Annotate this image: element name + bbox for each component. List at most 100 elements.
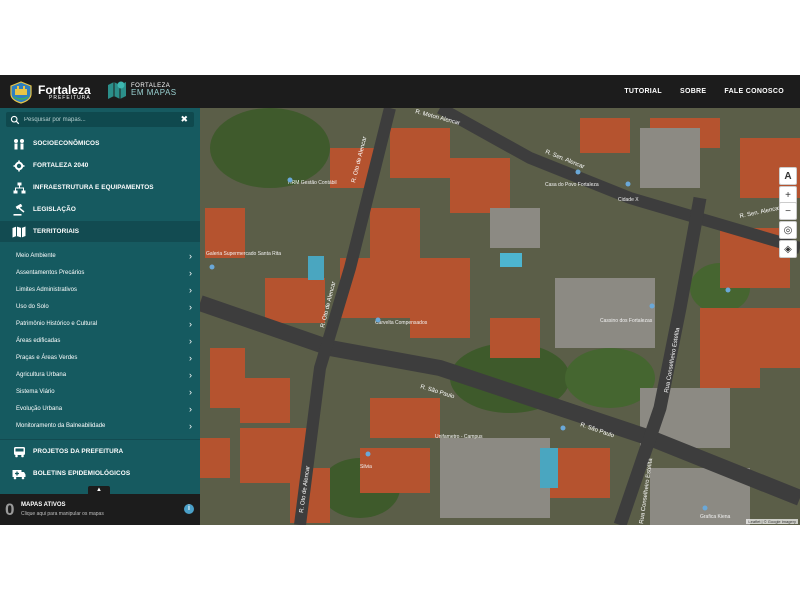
submenu-item[interactable]: Patrimônio Histórico e Cultural › <box>0 315 200 332</box>
place-label: Carvelta Compensados <box>375 320 428 326</box>
submenu-label: Monitoramento da Balneabilidade <box>16 422 106 429</box>
category-label: INFRAESTRUTURA E EQUIPAMENTOS <box>33 184 154 191</box>
category-label: FORTALEZA 2040 <box>33 162 89 169</box>
app-title-line2: EM MAPAS <box>131 88 177 97</box>
map-pin-icon <box>625 181 631 187</box>
divider <box>0 439 200 440</box>
chevron-right-icon: › <box>189 318 192 329</box>
active-maps-count: 0 <box>5 500 15 519</box>
category-label: PROJETOS DA PREFEITURA <box>33 448 124 455</box>
top-bar: Fortaleza PREFEITURA FORTALEZA EM MAPAS … <box>0 75 800 108</box>
chevron-right-icon: › <box>189 403 192 414</box>
app-window: Fortaleza PREFEITURA FORTALEZA EM MAPAS … <box>0 75 800 525</box>
active-maps-title: MAPAS ATIVOS <box>21 502 66 508</box>
chevron-up-icon: ▲ <box>96 487 102 493</box>
submenu-item[interactable]: Sistema Viário › <box>0 383 200 400</box>
city-crest-icon <box>10 81 32 104</box>
map-pin-icon <box>287 177 293 183</box>
map-pin-icon <box>560 425 566 431</box>
top-nav: TUTORIAL SOBRE FALE CONOSCO <box>624 75 784 108</box>
place-label: Silvia <box>360 464 372 470</box>
place-label: Grafica Kiena <box>700 514 731 520</box>
sidebar: ✖ SOCIOECONÔMICOS FORTALEZA 2040 INFRAES… <box>0 108 200 525</box>
submenu-label: Patrimônio Histórico e Cultural <box>16 320 98 327</box>
submenu-item[interactable]: Meio Ambiente › <box>0 247 200 264</box>
map-pin-icon <box>209 264 215 270</box>
brand-name: Fortaleza <box>38 82 91 97</box>
submenu-label: Uso do Solo <box>16 303 49 310</box>
map-pin-icon <box>702 505 708 511</box>
submenu-label: Limites Administrativos <box>16 286 78 293</box>
place-label: Casa do Povo Fortaleza <box>545 182 599 188</box>
map-icon <box>12 226 26 238</box>
search-input[interactable] <box>20 116 181 123</box>
place-label: Cassino dos Fortalezas <box>600 318 653 324</box>
chevron-right-icon: › <box>189 301 192 312</box>
gavel-icon <box>12 203 26 216</box>
submenu-item[interactable]: Monitoramento da Balneabilidade › <box>0 417 200 434</box>
place-label: Unifametro - Campus <box>435 434 483 440</box>
submenu-label: Sistema Viário <box>16 388 55 395</box>
chevron-right-icon: › <box>189 284 192 295</box>
map-pin-icon <box>375 317 381 323</box>
map-canvas[interactable]: R. Oto de Alencar R. Oto de Alencar R. O… <box>197 102 800 525</box>
category-infraestrutura[interactable]: INFRAESTRUTURA E EQUIPAMENTOS <box>0 177 200 198</box>
category-label: SOCIOECONÔMICOS <box>33 140 100 147</box>
submenu-label: Praças e Áreas Verdes <box>16 354 78 361</box>
collapse-toggle[interactable]: ▲ <box>88 486 110 494</box>
nav-sobre[interactable]: SOBRE <box>680 88 706 95</box>
chevron-right-icon: › <box>189 267 192 278</box>
map-pin-icon <box>649 303 655 309</box>
category-label: LEGISLAÇÃO <box>33 206 76 213</box>
active-maps-subtitle: Clique aqui para manipular os mapas <box>21 511 104 517</box>
nav-tutorial[interactable]: TUTORIAL <box>624 88 662 95</box>
submenu-item[interactable]: Agricultura Urbana › <box>0 366 200 383</box>
nav-fale-conosco[interactable]: FALE CONOSCO <box>724 88 784 95</box>
ambulance-icon <box>12 468 26 480</box>
locate-icon[interactable]: ◎ <box>779 221 797 239</box>
satellite-map[interactable]: R. Oto de Alencar R. Oto de Alencar R. O… <box>197 102 800 525</box>
active-maps-panel[interactable]: 0 MAPAS ATIVOS Clique aqui para manipula… <box>0 494 200 525</box>
submenu-item[interactable]: Evolução Urbana › <box>0 400 200 417</box>
map-pin-icon <box>365 451 371 457</box>
place-label: Galeria Supermercado Santa Rita <box>206 251 281 257</box>
layers-icon[interactable]: ◈ <box>779 240 797 258</box>
category-legislacao[interactable]: LEGISLAÇÃO <box>0 199 200 220</box>
submenu-item[interactable]: Limites Administrativos › <box>0 281 200 298</box>
place-label: HRM Gestão Contábil <box>288 180 337 186</box>
clear-search-icon[interactable]: ✖ <box>180 114 188 125</box>
submenu-item[interactable]: Uso do Solo › <box>0 298 200 315</box>
submenu-item[interactable]: Assentamentos Precários › <box>0 264 200 281</box>
category-boletins[interactable]: BOLETINS EPIDEMIOLÓGICOS <box>0 463 200 484</box>
chevron-right-icon: › <box>189 369 192 380</box>
app-logo[interactable]: FORTALEZA EM MAPAS <box>106 79 177 101</box>
category-projetos[interactable]: PROJETOS DA PREFEITURA <box>0 441 200 462</box>
zoom-out-button[interactable]: − <box>779 202 797 220</box>
place-label: Cidade X <box>618 197 639 203</box>
map-pin-icon <box>575 169 581 175</box>
submenu-label: Áreas edificadas <box>16 337 61 344</box>
submenu-label: Agricultura Urbana <box>16 371 67 378</box>
bus-icon <box>12 446 26 458</box>
chevron-right-icon: › <box>189 352 192 363</box>
chevron-right-icon: › <box>189 386 192 397</box>
category-fortaleza-2040[interactable]: FORTALEZA 2040 <box>0 155 200 176</box>
info-icon[interactable]: i <box>184 504 194 514</box>
map-logo-icon <box>108 81 126 99</box>
map-pin-icon <box>725 287 731 293</box>
category-label: TERRITORIAIS <box>33 228 80 235</box>
search-bar: ✖ <box>6 112 194 127</box>
category-socioeconomicos[interactable]: SOCIOECONÔMICOS <box>0 133 200 154</box>
map-attribution[interactable]: Leaflet | © Google imagery <box>746 519 798 524</box>
gear-icon <box>12 160 26 172</box>
compass-icon[interactable]: A <box>779 167 797 185</box>
territoriais-submenu: Meio Ambiente › Assentamentos Precários › … <box>0 247 200 434</box>
submenu-item[interactable]: Áreas edificadas › <box>0 332 200 349</box>
search-icon <box>10 115 20 124</box>
chevron-right-icon: › <box>189 420 192 431</box>
category-territoriais[interactable]: TERRITORIAIS <box>0 221 200 242</box>
prefeitura-logo[interactable]: Fortaleza PREFEITURA <box>8 79 91 105</box>
network-icon <box>12 182 26 194</box>
submenu-item[interactable]: Praças e Áreas Verdes › <box>0 349 200 366</box>
submenu-label: Assentamentos Precários <box>16 269 85 276</box>
